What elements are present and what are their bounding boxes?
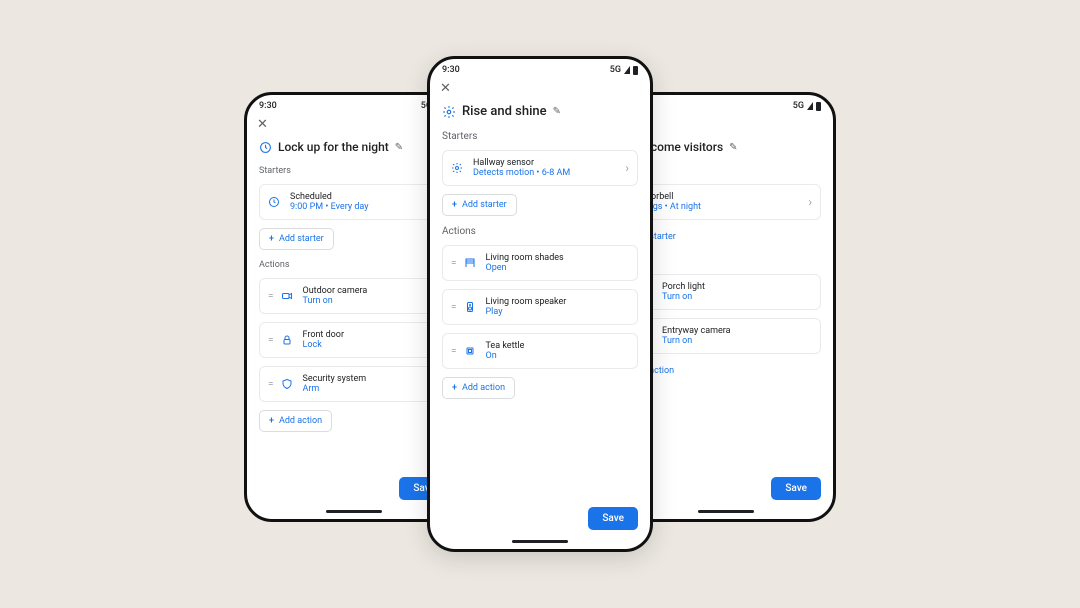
plus-icon: +: [452, 383, 457, 393]
edit-icon[interactable]: ✎: [729, 142, 737, 153]
clock-icon: [268, 196, 282, 208]
close-icon[interactable]: ✕: [257, 117, 268, 132]
card-title: Living room shades: [486, 253, 630, 263]
shades-icon: [464, 257, 478, 269]
chevron-right-icon: ›: [808, 195, 812, 209]
plus-icon: +: [269, 234, 274, 244]
card-title: Security system: [303, 374, 441, 384]
signal-icon: [624, 66, 630, 74]
drag-handle-icon[interactable]: =: [268, 335, 273, 346]
home-indicator: [512, 540, 568, 543]
card-title: Outdoor camera: [303, 286, 441, 296]
status-bar: 9:30 5G: [430, 59, 650, 77]
starter-card[interactable]: Hallway sensor Detects motion • 6-8 AM ›: [442, 150, 638, 186]
close-icon[interactable]: ✕: [440, 81, 451, 96]
actions-label: Actions: [259, 260, 449, 270]
action-card[interactable]: = Front door Lock: [259, 322, 449, 358]
card-subtitle: Turn on: [662, 292, 812, 302]
action-card[interactable]: Porch light Turn on: [631, 274, 821, 310]
add-action-button[interactable]: + Add action: [442, 377, 515, 399]
card-subtitle: On: [486, 351, 630, 361]
card-subtitle: Open: [486, 263, 630, 273]
drag-handle-icon[interactable]: =: [268, 379, 273, 390]
card-title: Tea kettle: [486, 341, 630, 351]
routine-title: Lock up for the night: [278, 140, 389, 154]
card-subtitle: Lock: [303, 340, 441, 350]
speaker-icon: [464, 301, 478, 313]
action-card[interactable]: = Security system Arm: [259, 366, 449, 402]
signal-icon: [807, 102, 813, 110]
edit-icon[interactable]: ✎: [395, 142, 403, 153]
starter-card[interactable]: Scheduled 9:00 PM • Every day: [259, 184, 449, 220]
edit-icon[interactable]: ✎: [553, 106, 561, 117]
save-button[interactable]: Save: [588, 507, 638, 530]
lock-icon: [281, 334, 295, 346]
clock-icon: [259, 141, 272, 154]
card-subtitle: Play: [486, 307, 630, 317]
starters-label: Starters: [442, 131, 638, 142]
drag-handle-icon[interactable]: =: [451, 302, 456, 313]
plus-icon: +: [452, 200, 457, 210]
action-card[interactable]: = Tea kettle On: [442, 333, 638, 369]
starters-label: Starters: [259, 166, 449, 176]
add-starter-button[interactable]: + Add starter: [259, 228, 334, 250]
action-card[interactable]: = Living room shades Open: [442, 245, 638, 281]
battery-icon: [633, 66, 638, 75]
action-card[interactable]: = Living room speaker Play: [442, 289, 638, 325]
status-network: 5G: [610, 65, 621, 75]
status-network: 5G: [793, 101, 804, 111]
drag-handle-icon[interactable]: =: [451, 346, 456, 357]
add-action-button[interactable]: + Add action: [259, 410, 332, 432]
battery-icon: [816, 102, 821, 111]
chevron-right-icon: ›: [625, 161, 629, 175]
status-time: 9:30: [442, 65, 460, 75]
card-title: Front door: [303, 330, 441, 340]
card-title: Porch light: [662, 282, 812, 292]
card-title: Doorbell: [640, 192, 800, 202]
starters-label: ters: [631, 166, 821, 176]
add-starter-label: Add starter: [462, 200, 507, 210]
starter-card[interactable]: Doorbell Rings • At night ›: [631, 184, 821, 220]
drag-handle-icon[interactable]: =: [268, 291, 273, 302]
phone-center: 9:30 5G ✕ Rise and shine ✎ Starters Hall: [427, 56, 653, 552]
routine-title: Rise and shine: [462, 104, 547, 119]
shield-icon: [281, 378, 295, 390]
save-button[interactable]: Save: [771, 477, 821, 500]
add-action-label: Add action: [462, 383, 505, 393]
add-starter-label: Add starter: [279, 234, 324, 244]
gear-icon: [451, 162, 465, 174]
card-title: Scheduled: [290, 192, 440, 202]
home-indicator: [326, 510, 382, 513]
drag-handle-icon[interactable]: =: [451, 258, 456, 269]
kettle-icon: [464, 345, 478, 357]
home-indicator: [698, 510, 754, 513]
card-subtitle: 9:00 PM • Every day: [290, 202, 440, 212]
camera-icon: [281, 290, 295, 302]
actions-label: Actions: [442, 226, 638, 237]
card-title: Entryway camera: [662, 326, 812, 336]
status-time: 9:30: [259, 101, 277, 111]
actions-label: ions: [631, 256, 821, 266]
plus-icon: +: [269, 416, 274, 426]
action-card[interactable]: = Outdoor camera Turn on: [259, 278, 449, 314]
action-card[interactable]: Entryway camera Turn on: [631, 318, 821, 354]
card-title: Hallway sensor: [473, 158, 617, 168]
add-action-label: Add action: [279, 416, 322, 426]
gear-icon: [442, 105, 456, 119]
card-subtitle: Turn on: [303, 296, 441, 306]
card-subtitle: Arm: [303, 384, 441, 394]
card-subtitle: Detects motion • 6-8 AM: [473, 168, 617, 178]
card-subtitle: Turn on: [662, 336, 812, 346]
add-starter-button[interactable]: + Add starter: [442, 194, 517, 216]
card-title: Living room speaker: [486, 297, 630, 307]
card-subtitle: Rings • At night: [640, 202, 800, 212]
